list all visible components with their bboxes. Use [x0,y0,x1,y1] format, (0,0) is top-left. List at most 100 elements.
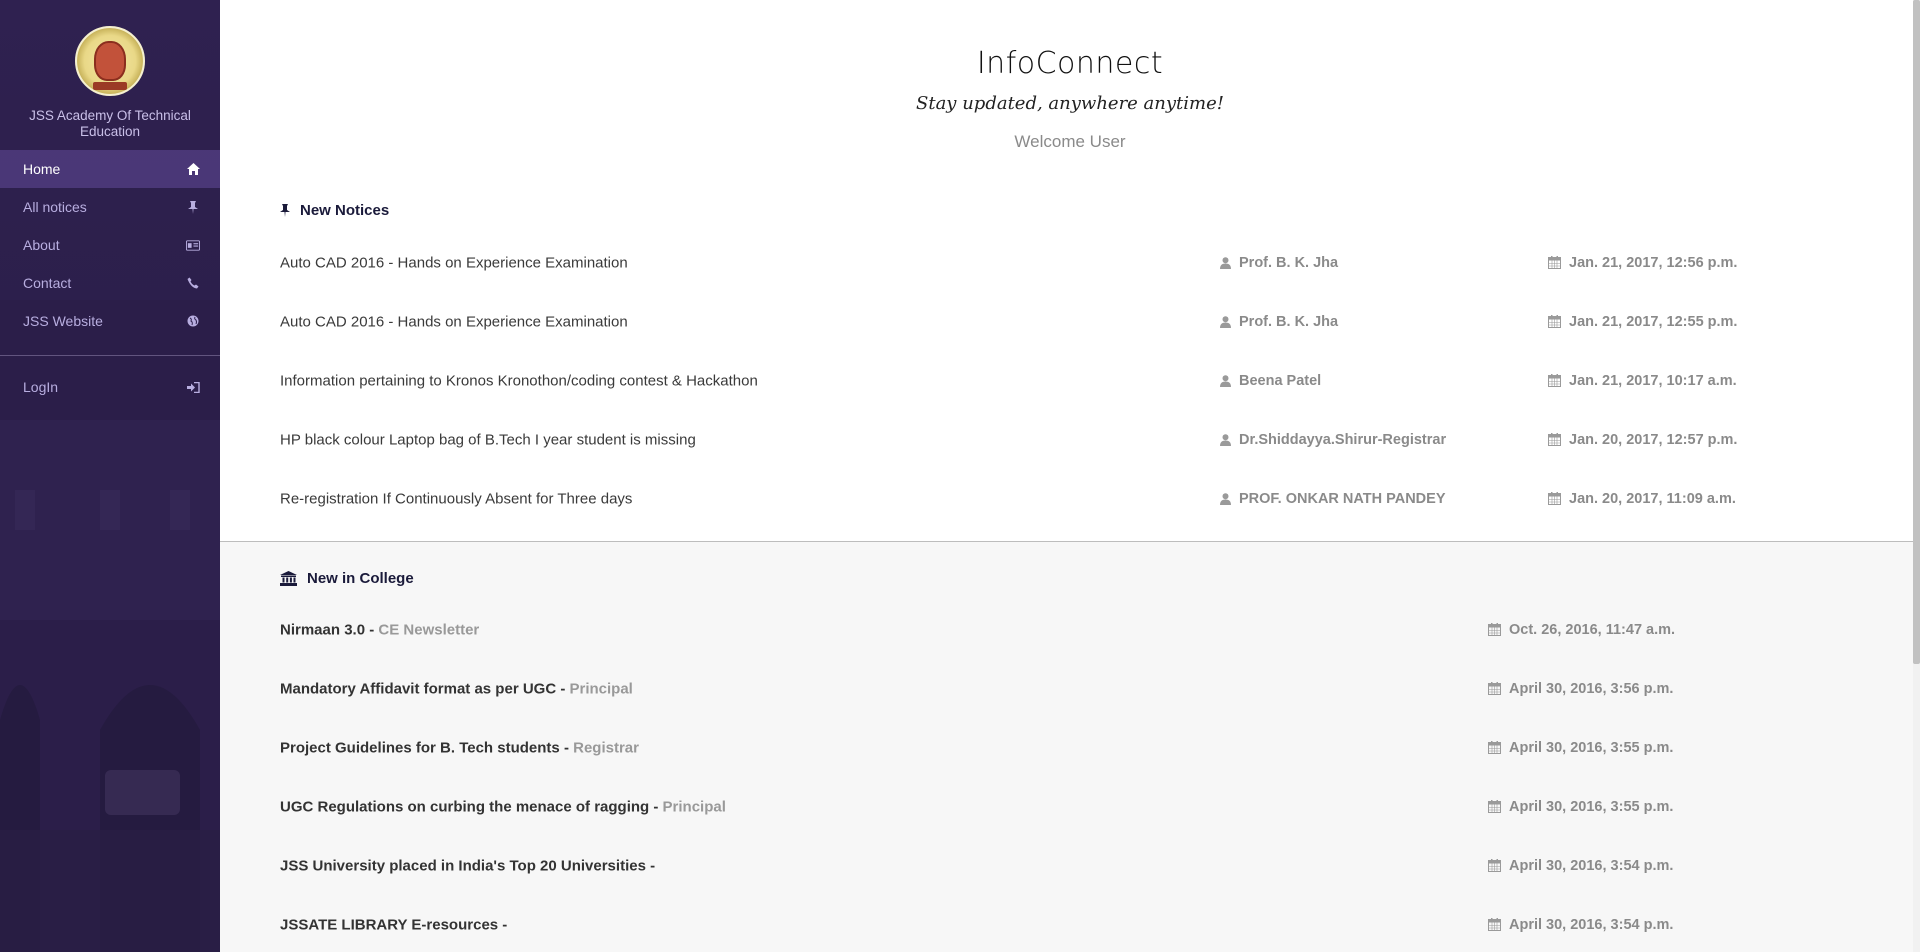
phone-icon [186,276,200,290]
calendar-icon [1548,492,1561,505]
brand: JSS Academy Of Technical Education [0,0,220,150]
college-item-author: CE Newsletter [378,621,480,638]
section-heading-label: New in College [307,570,414,587]
college-item-date-text: April 30, 2016, 3:54 p.m. [1509,857,1674,874]
calendar-icon [1488,682,1501,695]
calendar-icon [1488,918,1501,931]
user-icon [1220,492,1231,505]
notice-date-text: Jan. 20, 2017, 12:57 p.m. [1569,431,1738,448]
notice-title-link[interactable]: Auto CAD 2016 - Hands on Experience Exam… [280,313,628,330]
list-item[interactable]: Auto CAD 2016 - Hands on Experience Exam… [220,292,1913,351]
college-item-title[interactable]: Mandatory Affidavit format as per UGC - … [280,680,633,697]
sidebar-item-home[interactable]: Home [0,150,220,188]
list-item[interactable]: JSS University placed in India's Top 20 … [220,836,1913,895]
bank-icon [280,571,297,586]
sidebar-item-about[interactable]: About [0,226,220,264]
college-item-title-text: JSS University placed in India's Top 20 … [280,857,646,874]
college-item-date-text: April 30, 2016, 3:54 p.m. [1509,916,1674,933]
calendar-icon [1548,433,1561,446]
welcome-message: Welcome User [1014,132,1126,151]
college-item-title[interactable]: JSSATE LIBRARY E-resources - [280,916,507,933]
notice-date-text: Jan. 21, 2017, 12:56 p.m. [1569,254,1738,271]
sign-in-icon [186,380,200,394]
notice-title-link[interactable]: Information pertaining to Kronos Kronoth… [280,372,758,389]
new-notices-section: New Notices Auto CAD 2016 - Hands on Exp… [220,202,1913,528]
notice-date: Jan. 21, 2017, 10:17 a.m. [1548,373,1737,389]
college-item-title-text: Nirmaan 3.0 [280,621,366,638]
notice-title-link[interactable]: Auto CAD 2016 - Hands on Experience Exam… [280,254,628,271]
hero: InfoConnect Stay updated, anywhere anyti… [220,0,1920,152]
calendar-icon [1488,623,1501,636]
sidebar-item-label: Contact [23,275,72,291]
college-item-date: April 30, 2016, 3:55 p.m. [1488,740,1673,756]
globe-icon [186,314,200,328]
list-item[interactable]: JSSATE LIBRARY E-resources - April 30, 2… [220,895,1913,952]
brand-name: JSS Academy Of Technical Education [29,108,191,139]
college-item-date: April 30, 2016, 3:54 p.m. [1488,917,1673,933]
home-icon [186,162,200,176]
notice-list: Auto CAD 2016 - Hands on Experience Exam… [220,233,1913,528]
notice-author-name: Prof. B. K. Jha [1239,254,1339,271]
sidebar-item-jss-website[interactable]: JSS Website [0,302,220,340]
college-item-date: Oct. 26, 2016, 11:47 a.m. [1488,622,1675,638]
notice-date: Jan. 20, 2017, 11:09 a.m. [1548,491,1736,507]
college-item-title-text: UGC Regulations on curbing the menace of… [280,798,650,815]
sidebar-item-label: About [23,237,60,253]
notice-date-text: Jan. 21, 2017, 10:17 a.m. [1569,372,1737,389]
sidebar-item-login[interactable]: LogIn [0,368,220,406]
notice-author: Prof. B. K. Jha [1220,255,1338,271]
notice-date: Jan. 20, 2017, 12:57 p.m. [1548,432,1737,448]
notice-date-text: Jan. 20, 2017, 11:09 a.m. [1569,490,1736,507]
notice-title-link[interactable]: Re-registration If Continuously Absent f… [280,490,632,507]
sidebar-item-label: JSS Website [23,313,103,329]
college-item-date: April 30, 2016, 3:55 p.m. [1488,799,1673,815]
main-content: InfoConnect Stay updated, anywhere anyti… [220,0,1920,952]
college-item-title-text: Project Guidelines for B. Tech students [280,739,560,756]
notice-title-link[interactable]: HP black colour Laptop bag of B.Tech I y… [280,431,696,448]
new-in-college-section: New in College Nirmaan 3.0 - CE Newslett… [220,541,1913,952]
college-item-date-text: April 30, 2016, 3:56 p.m. [1509,680,1674,697]
sidebar: JSS Academy Of Technical Education Home … [0,0,220,952]
list-item[interactable]: Nirmaan 3.0 - CE Newsletter Oct. 26, 201… [220,600,1913,659]
sidebar-item-all-notices[interactable]: All notices [0,188,220,226]
calendar-icon [1548,315,1561,328]
section-heading-label: New Notices [300,202,390,219]
notice-author-name: Prof. B. K. Jha [1239,313,1339,330]
section-heading: New Notices [220,202,1913,219]
calendar-icon [1548,374,1561,387]
college-item-title[interactable]: Project Guidelines for B. Tech students … [280,739,639,756]
notice-author: Prof. B. K. Jha [1220,314,1338,330]
id-card-icon [186,238,200,252]
pin-icon [280,204,290,217]
scrollbar-thumb[interactable] [1913,0,1920,664]
notice-author: Dr.Shiddayya.Shirur-Registrar [1220,432,1446,448]
sidebar-item-label: LogIn [23,379,59,395]
notice-author: Beena Patel [1220,373,1321,389]
list-item[interactable]: Project Guidelines for B. Tech students … [220,718,1913,777]
college-logo-icon [75,26,145,96]
college-item-title[interactable]: UGC Regulations on curbing the menace of… [280,798,726,815]
college-item-title-text: JSSATE LIBRARY E-resources [280,916,499,933]
list-item[interactable]: Information pertaining to Kronos Kronoth… [220,351,1913,410]
list-item[interactable]: Mandatory Affidavit format as per UGC - … [220,659,1913,718]
college-item-date-text: Oct. 26, 2016, 11:47 a.m. [1509,621,1676,638]
sidebar-divider [0,355,220,356]
calendar-icon [1488,859,1501,872]
list-item[interactable]: UGC Regulations on curbing the menace of… [220,777,1913,836]
user-icon [1220,433,1231,446]
user-icon [1220,374,1231,387]
college-item-title[interactable]: JSS University placed in India's Top 20 … [280,857,655,874]
section-heading: New in College [220,542,1913,587]
notice-author-name: PROF. ONKAR NATH PANDEY [1239,490,1446,507]
calendar-icon [1548,256,1561,269]
list-item[interactable]: HP black colour Laptop bag of B.Tech I y… [220,410,1913,469]
user-icon [1220,256,1231,269]
sidebar-nav: Home All notices About Contact JSS Websi… [0,150,220,406]
list-item[interactable]: Re-registration If Continuously Absent f… [220,469,1913,528]
notice-date: Jan. 21, 2017, 12:55 p.m. [1548,314,1737,330]
college-item-title[interactable]: Nirmaan 3.0 - CE Newsletter [280,621,479,638]
college-item-title-text: Mandatory Affidavit format as per UGC [280,680,557,697]
sidebar-item-contact[interactable]: Contact [0,264,220,302]
college-item-author: Principal [569,680,633,697]
list-item[interactable]: Auto CAD 2016 - Hands on Experience Exam… [220,233,1913,292]
